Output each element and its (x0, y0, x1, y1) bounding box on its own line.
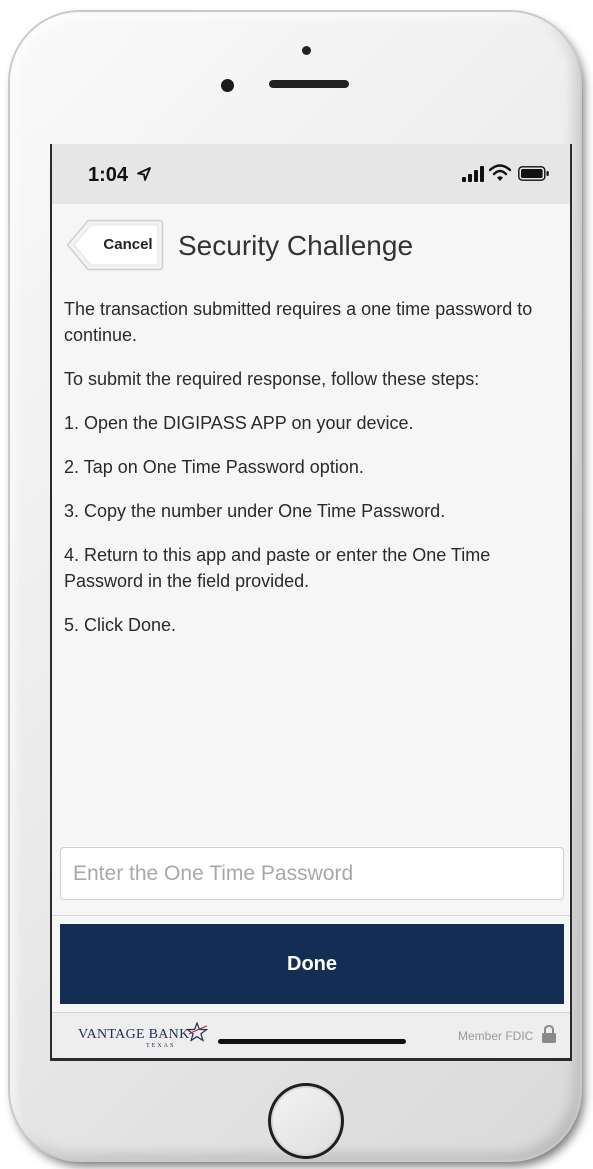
location-arrow-icon (137, 167, 151, 181)
footer: VANTAGE BANK TEXAS Member FDIC (52, 1012, 570, 1058)
home-button[interactable] (268, 1083, 344, 1159)
earpiece-speaker (269, 80, 349, 88)
instructions-intro: The transaction submitted requires a one… (64, 299, 533, 345)
instruction-step: 4. Return to this app and paste or enter… (64, 545, 491, 591)
star-icon (186, 1022, 208, 1042)
status-time: 1:04 (88, 164, 129, 186)
status-bar: 1:04 (52, 144, 570, 204)
instructions-lead: To submit the required response, follow … (64, 369, 480, 389)
battery-icon (518, 166, 549, 181)
instructions: The transaction submitted requires a one… (64, 296, 556, 656)
brand-logo: VANTAGE BANK (78, 1027, 190, 1042)
app-screen: 1:04 Cancel Security Challenge The trans… (50, 144, 572, 1061)
cancel-button-label: Cancel (103, 236, 153, 253)
phone-frame: 1:04 Cancel Security Challenge The trans… (10, 12, 580, 1160)
instruction-step: 1. Open the DIGIPASS APP on your device. (64, 413, 414, 433)
front-camera (221, 79, 234, 92)
wifi-icon (489, 164, 511, 181)
instruction-step: 3. Copy the number under One Time Passwo… (64, 501, 446, 521)
sensor-dot (302, 46, 311, 55)
brand-logo-subtitle: TEXAS (146, 1043, 176, 1049)
home-indicator[interactable] (218, 1039, 406, 1044)
one-time-password-input[interactable] (60, 847, 564, 900)
page-header: Cancel Security Challenge (52, 204, 570, 286)
lock-icon (542, 1024, 556, 1043)
cancel-button[interactable]: Cancel (66, 219, 164, 271)
instruction-step: 5. Click Done. (64, 615, 177, 635)
divider (52, 915, 570, 916)
member-fdic-label: Member FDIC (458, 1029, 534, 1043)
page-title: Security Challenge (178, 230, 414, 261)
cellular-signal-icon (462, 166, 484, 182)
instruction-step: 2. Tap on One Time Password option. (64, 457, 364, 477)
done-button[interactable]: Done (60, 924, 564, 1004)
